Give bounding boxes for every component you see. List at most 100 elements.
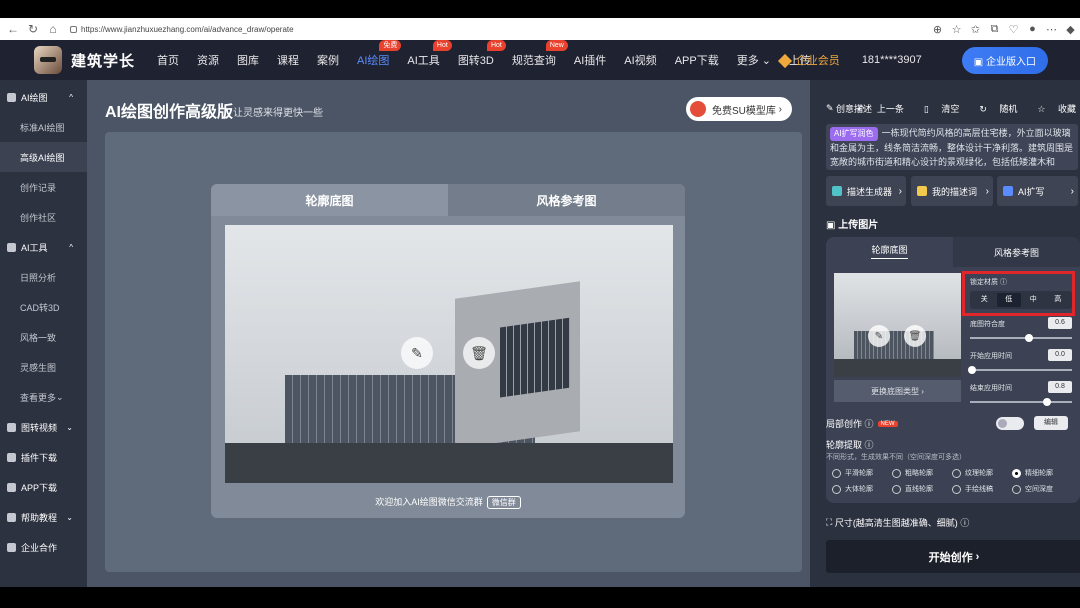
radio-rough[interactable]: 粗略轮廓	[892, 468, 952, 478]
sidebar-item-style-consistent[interactable]: 风格一致	[0, 322, 87, 352]
trash-icon[interactable]: 🗑	[904, 325, 926, 347]
radio-smooth[interactable]: 平滑轮廓	[832, 468, 892, 478]
chevron-right-icon: ›	[898, 185, 902, 197]
ai-expand-button[interactable]: AI扩写 ›	[997, 176, 1078, 206]
slider-handle[interactable]	[968, 366, 976, 374]
sidebar-item-sunlight[interactable]: 日照分析	[0, 262, 87, 292]
chevron-down-icon: ⌄	[56, 391, 64, 402]
trash-icon[interactable]: 🗑	[463, 337, 495, 369]
sidebar-item-inspiration[interactable]: 灵感生图	[0, 352, 87, 382]
menu-home[interactable]: 首页	[148, 52, 188, 68]
main-menu: 首页 资源 图库 课程 案例 AI绘图 免费 AI工具 Hot 图转3D Hot 规范…	[148, 40, 820, 68]
heart-icon[interactable]: ♡	[1004, 23, 1023, 36]
extract-options: 平滑轮廓 粗略轮廓 纹理轮廓 精细轮廓 大体轮廓 直线轮廓 手绘线稿 空间深度	[832, 468, 1072, 494]
extensions-icon[interactable]: ⧉	[985, 23, 1004, 36]
edit-button[interactable]: 编辑	[1034, 416, 1068, 430]
menu-img-to-3d[interactable]: 图转3D Hot	[449, 40, 506, 68]
menu-ai-video[interactable]: AI视频	[615, 52, 665, 68]
reload-icon[interactable]: ↻	[26, 22, 40, 36]
su-model-button[interactable]: 免费SU模型库 ›	[685, 97, 792, 121]
ai-polish-tag[interactable]: AI扩写润色	[830, 127, 878, 141]
sidebar-group-img-video[interactable]: 图转视频 ⌄	[0, 412, 87, 442]
menu-ai-plugin[interactable]: AI插件	[565, 52, 615, 68]
menu-gallery[interactable]: 图库	[228, 52, 268, 68]
radio-sketch[interactable]: 手绘线稿	[952, 484, 1012, 494]
favorites-icon[interactable]: ✩	[966, 23, 985, 36]
zoom-icon[interactable]: ⊕	[928, 23, 947, 36]
site-info-icon[interactable]	[70, 25, 77, 33]
start-time-slider[interactable]	[968, 366, 1072, 374]
menu-label: 资源	[197, 55, 219, 67]
description-textarea[interactable]: AI扩写润色 一栋现代简约风格的高层住宅楼，外立面以玻璃和金属为主，线条简洁流畅，…	[826, 124, 1078, 170]
sidebar-item-history[interactable]: 创作记录	[0, 172, 87, 202]
menu-ai-draw[interactable]: AI绘图 免费	[348, 40, 402, 68]
favorite-button[interactable]: ☆ 收藏	[1027, 102, 1076, 115]
sidebar-item-standard-ai[interactable]: 标准AI绘图	[0, 112, 87, 142]
plugin-icon	[7, 452, 16, 462]
menu-resources[interactable]: 资源	[188, 52, 228, 68]
favorite-label: 收藏	[1057, 104, 1076, 114]
fit-value[interactable]: 0.6	[1048, 317, 1072, 329]
url-text[interactable]: https://www.jianzhuxuezhang.com/ai/advan…	[81, 25, 294, 34]
prev-button[interactable]: ↶ 上一条	[847, 102, 904, 115]
cube-icon	[832, 186, 842, 196]
sidebar-item-cad-3d[interactable]: CAD转3D	[0, 292, 87, 322]
radio-texture[interactable]: 纹理轮廓	[952, 468, 1012, 478]
edit-icon[interactable]: ✎	[401, 337, 433, 369]
tab-style-reference[interactable]: 风格参考图	[448, 184, 685, 216]
sidebar-item-community[interactable]: 创作社区	[0, 202, 87, 232]
logo-text: 建筑学长	[71, 52, 136, 70]
start-create-button[interactable]: 开始创作 ›	[826, 540, 1080, 573]
random-button[interactable]: ↻ 随机	[969, 102, 1017, 115]
my-prompts-button[interactable]: 我的描述词 ›	[911, 176, 993, 206]
sidebar-group-ai-draw[interactable]: AI绘图 ^	[0, 82, 87, 112]
local-creation-toggle[interactable]	[996, 417, 1024, 430]
sidebar-group-ai-tools[interactable]: AI工具 ^	[0, 232, 87, 262]
end-time-value[interactable]: 0.8	[1048, 381, 1072, 393]
profile-icon[interactable]: ●	[1023, 23, 1042, 35]
outline-thumbnail: ✎ 🗑	[834, 273, 961, 377]
menu-regulations[interactable]: 规范查询 New	[503, 40, 568, 68]
enterprise-button[interactable]: ▣ 企业版入口	[961, 46, 1048, 74]
radio-depth[interactable]: 空间深度	[1012, 484, 1072, 494]
radio-fine[interactable]: 精细轮廓	[1012, 468, 1072, 478]
menu-ai-tools[interactable]: AI工具 Hot	[398, 40, 452, 68]
sidebar-group-help[interactable]: 帮助教程 ⌄	[0, 502, 87, 532]
slider-handle[interactable]	[1043, 398, 1051, 406]
chevron-right-icon: ›	[972, 550, 980, 563]
tab-outline-image[interactable]: 轮廓底图	[826, 237, 953, 267]
wechat-button[interactable]: 微信群	[486, 496, 521, 509]
home-icon[interactable]: ⌂	[46, 22, 60, 36]
radio-straight[interactable]: 直线轮廓	[892, 484, 952, 494]
sidebar-group-app[interactable]: APP下载	[0, 472, 87, 502]
menu-cases[interactable]: 案例	[308, 52, 348, 68]
bookmark-star-icon[interactable]: ☆	[947, 23, 966, 36]
fit-slider[interactable]	[970, 334, 1072, 342]
menu-app-download[interactable]: APP下载	[666, 52, 728, 68]
menu-courses[interactable]: 课程	[268, 52, 308, 68]
start-time-value[interactable]: 0.0	[1048, 349, 1072, 361]
copilot-icon[interactable]: ◆	[1061, 23, 1080, 36]
edit-icon[interactable]: ✎	[868, 325, 890, 347]
tab-outline-image[interactable]: 轮廓底图	[211, 184, 448, 216]
radio-label: 空间深度	[1025, 486, 1053, 493]
sidebar-group-enterprise[interactable]: 企业合作	[0, 532, 87, 562]
address-bar[interactable]: https://www.jianzhuxuezhang.com/ai/advan…	[70, 25, 928, 34]
clear-button[interactable]: ▯ 清空	[914, 102, 959, 115]
chevron-up-icon: ^	[69, 242, 73, 252]
tab-style-reference[interactable]: 风格参考图	[953, 237, 1080, 267]
radio-general[interactable]: 大体轮廓	[832, 484, 892, 494]
vip-link[interactable]: 企业会员	[777, 52, 840, 69]
change-type-button[interactable]: 更换底图类型 ›	[834, 380, 961, 402]
sidebar-group-plugin[interactable]: 插件下载	[0, 442, 87, 472]
user-phone[interactable]: 181****3907	[862, 54, 922, 66]
more-icon[interactable]: ⋯	[1042, 23, 1061, 36]
sidebar-item-advanced-ai[interactable]: 高级AI绘图	[0, 142, 87, 172]
back-icon[interactable]: ←	[6, 22, 20, 36]
menu-label: AI工具	[407, 55, 440, 67]
slider-handle[interactable]	[1025, 334, 1033, 342]
end-time-slider[interactable]	[970, 398, 1072, 406]
logo[interactable]: 建筑学长	[34, 46, 144, 74]
sidebar-item-view-more[interactable]: 查看更多 ⌄	[0, 382, 87, 412]
desc-generator-button[interactable]: 描述生成器 ›	[826, 176, 906, 206]
